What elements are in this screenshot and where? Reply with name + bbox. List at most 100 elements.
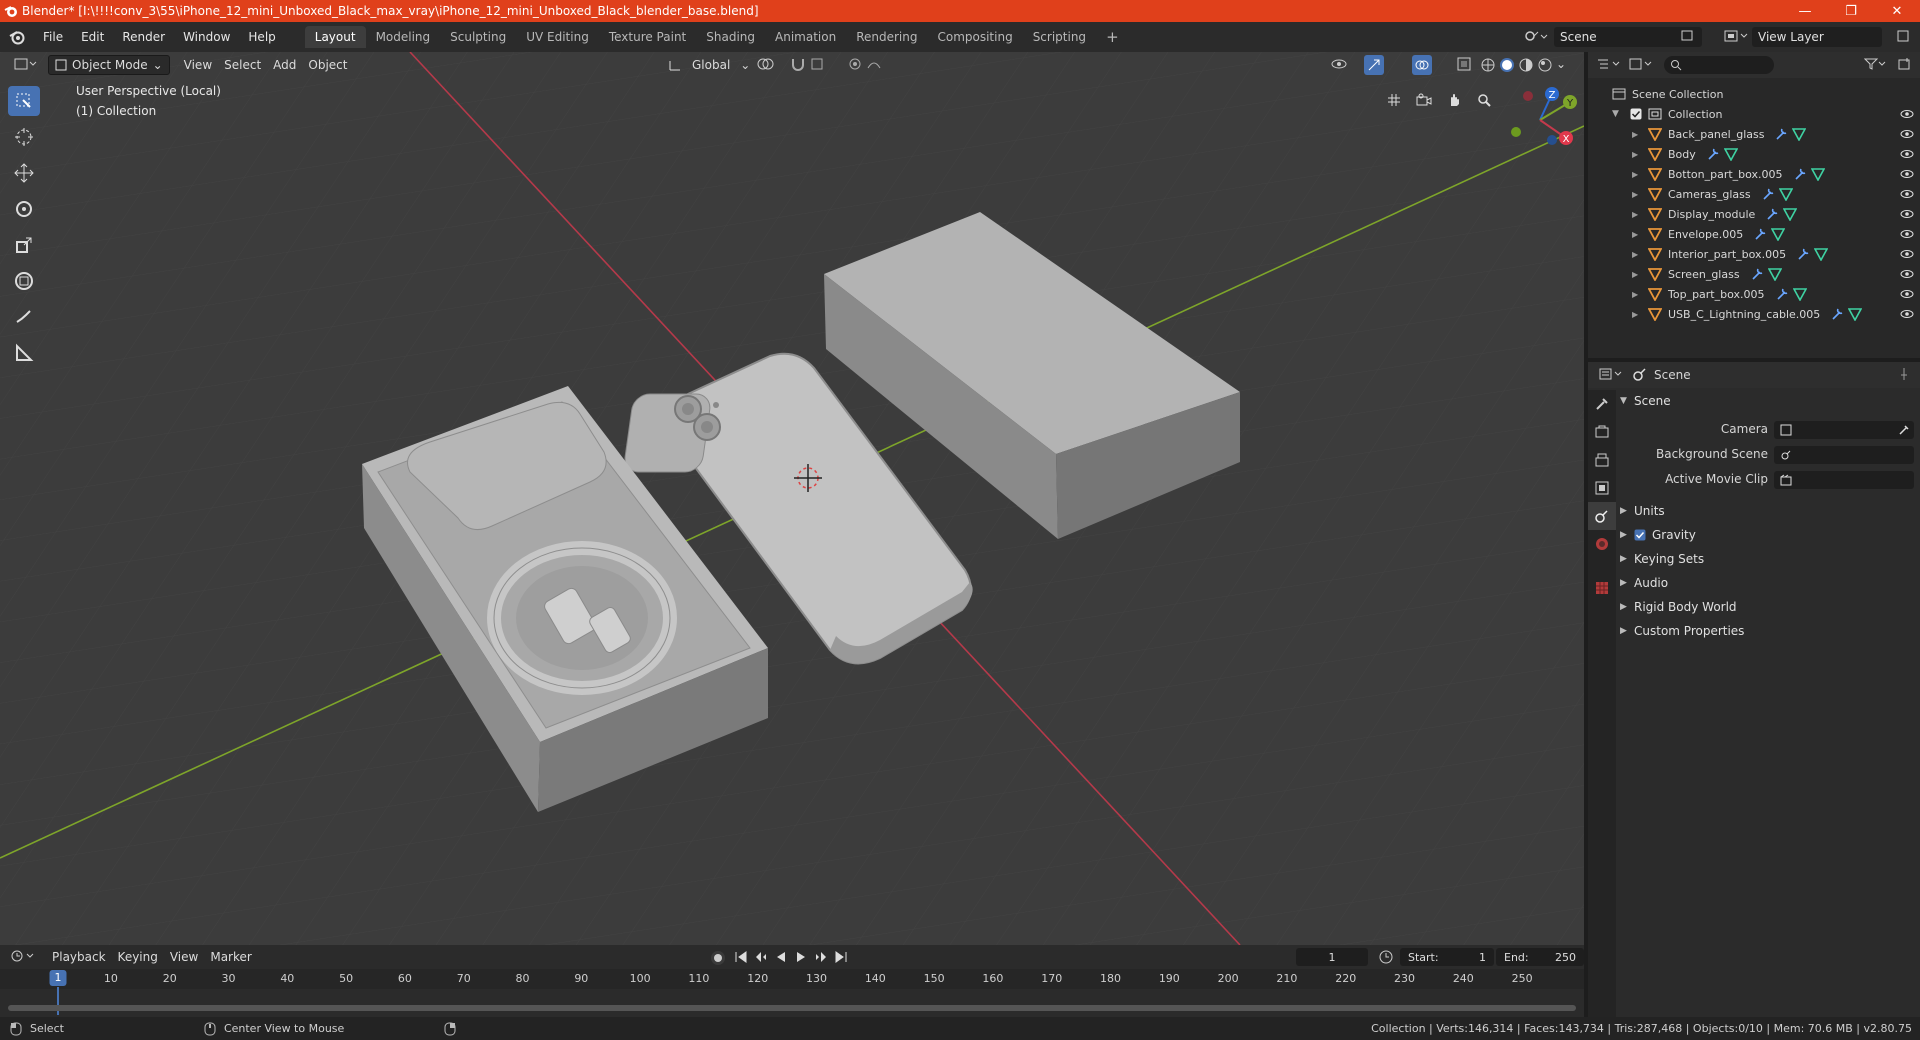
jump-start-icon[interactable] [734,950,748,964]
output-tab-icon[interactable] [1588,446,1616,474]
expand-arrow-icon[interactable]: ▶ [1632,210,1644,219]
tab-scripting[interactable]: Scripting [1023,26,1096,48]
object-mode-dropdown[interactable]: Object Mode ⌄ [48,55,170,75]
start-frame-field[interactable]: Start: 1 [1400,948,1494,966]
snap-icon[interactable] [790,56,834,75]
custom-properties-section[interactable]: ▶ Custom Properties [1620,620,1918,642]
eye-icon[interactable] [1900,167,1914,181]
display-mode-icon[interactable] [1628,56,1656,75]
overlays-icon[interactable] [1412,55,1432,75]
solid-shading-icon[interactable] [1499,57,1515,73]
eye-icon[interactable] [1900,267,1914,281]
scale-tool[interactable] [8,230,40,260]
mesh-data-icon[interactable] [1792,127,1807,141]
menu-file[interactable]: File [34,26,72,48]
outliner-object-row[interactable]: ▶ Body [1632,144,1920,164]
annotate-tool[interactable] [8,302,40,332]
active-movie-clip-field[interactable] [1774,471,1914,489]
background-scene-field[interactable] [1774,446,1914,464]
outliner-object-row[interactable]: ▶ USB_C_Lightning_cable.005 [1632,304,1920,324]
expand-arrow-icon[interactable]: ▶ [1632,250,1644,259]
next-keyframe-icon[interactable] [814,950,828,964]
menu-window[interactable]: Window [174,26,239,48]
end-frame-field[interactable]: End: 250 [1496,948,1584,966]
tab-compositing[interactable]: Compositing [927,26,1022,48]
wireframe-shading-icon[interactable] [1480,57,1496,73]
texture-tab-icon[interactable] [1588,574,1616,602]
toggle-grid-icon[interactable] [1382,88,1406,112]
move-tool[interactable] [8,158,40,188]
view-layer-field[interactable]: View Layer [1752,27,1882,47]
keying-sets-section[interactable]: ▶ Keying Sets [1620,548,1918,570]
record-button[interactable] [710,950,726,969]
mesh-data-icon[interactable] [1783,207,1798,221]
3d-viewport[interactable]: Object Mode ⌄ View Select Add Object Glo… [0,52,1584,945]
world-tab-icon[interactable] [1588,530,1616,558]
checkbox-icon[interactable] [1630,108,1642,120]
current-frame-field[interactable]: 1 [1296,948,1368,966]
eye-icon[interactable] [1900,107,1914,121]
timeline-editor-type-icon[interactable] [10,948,38,967]
eye-icon[interactable] [1900,187,1914,201]
eye-icon[interactable] [1900,207,1914,221]
expand-arrow-icon[interactable]: ▼ [1612,109,1626,119]
modifier-wrench-icon[interactable] [1765,207,1779,221]
close-button[interactable]: ✕ [1874,0,1920,22]
outliner-object-row[interactable]: ▶ Interior_part_box.005 [1632,244,1920,264]
gravity-section[interactable]: ▶ Gravity [1620,524,1918,546]
modifier-wrench-icon[interactable] [1761,187,1775,201]
navigation-gizmo[interactable]: Z Y X [1500,80,1580,160]
mesh-data-icon[interactable] [1767,267,1782,281]
render-tab-icon[interactable] [1588,418,1616,446]
timeline-playback-menu[interactable]: Playback [46,947,112,967]
expand-arrow-icon[interactable]: ▶ [1632,310,1644,319]
mesh-data-icon[interactable] [1848,307,1863,321]
editor-type-icon[interactable] [14,56,40,75]
timeline-ruler[interactable]: 1 10 20 30 40 50 60 70 80 90 100 110 120 130 140 150 160… [0,969,1584,1015]
modifier-wrench-icon[interactable] [1753,227,1767,241]
pan-view-icon[interactable] [1442,88,1466,112]
outliner-search-input[interactable] [1664,56,1774,74]
mesh-data-icon[interactable] [1792,287,1807,301]
timeline-marker-menu[interactable]: Marker [204,947,257,967]
eye-icon[interactable] [1900,307,1914,321]
tool-tab-icon[interactable] [1588,390,1616,418]
cursor-tool[interactable] [8,122,40,152]
timeline-keying-menu[interactable]: Keying [112,947,164,967]
playhead-frame-indicator[interactable]: 1 [49,970,67,986]
play-icon[interactable] [794,950,808,964]
expand-arrow-icon[interactable]: ▶ [1632,270,1644,279]
view-layer-icon[interactable] [1724,29,1748,46]
expand-arrow-icon[interactable]: ▶ [1632,190,1644,199]
tab-texture-paint[interactable]: Texture Paint [599,26,696,48]
camera-field[interactable] [1774,421,1914,439]
menu-help[interactable]: Help [239,26,284,48]
blender-menu-icon[interactable] [0,29,34,45]
modifier-wrench-icon[interactable] [1793,167,1807,181]
mesh-data-icon[interactable] [1771,227,1786,241]
outliner-editor-type-icon[interactable] [1596,56,1624,75]
camera-view-icon[interactable] [1412,88,1436,112]
scene-tab-icon[interactable] [1588,502,1616,530]
eye-icon[interactable] [1900,127,1914,141]
tab-layout[interactable]: Layout [304,26,366,48]
pivot-point-icon[interactable] [756,56,784,75]
menu-render[interactable]: Render [113,26,174,48]
gizmo-toggle-icon[interactable] [1364,55,1384,75]
outliner-object-row[interactable]: ▶ Screen_glass [1632,264,1920,284]
viewport-menu-add[interactable]: Add [267,55,302,75]
proportional-editing-icon[interactable] [848,56,892,75]
modifier-wrench-icon[interactable] [1830,307,1844,321]
scene-selector-icon[interactable] [1524,27,1548,48]
outliner-object-row[interactable]: ▶ Back_panel_glass [1632,124,1920,144]
rigid-body-world-section[interactable]: ▶ Rigid Body World [1620,596,1918,618]
tab-animation[interactable]: Animation [765,26,846,48]
modifier-wrench-icon[interactable] [1796,247,1810,261]
measure-tool[interactable] [8,338,40,368]
scene-collection-row[interactable]: Scene Collection [1612,84,1920,104]
transform-tool[interactable] [8,266,40,296]
viewport-menu-view[interactable]: View [178,55,218,75]
timeline-view-menu[interactable]: View [164,947,204,967]
add-workspace-button[interactable]: + [1096,26,1129,48]
expand-arrow-icon[interactable]: ▶ [1632,170,1644,179]
